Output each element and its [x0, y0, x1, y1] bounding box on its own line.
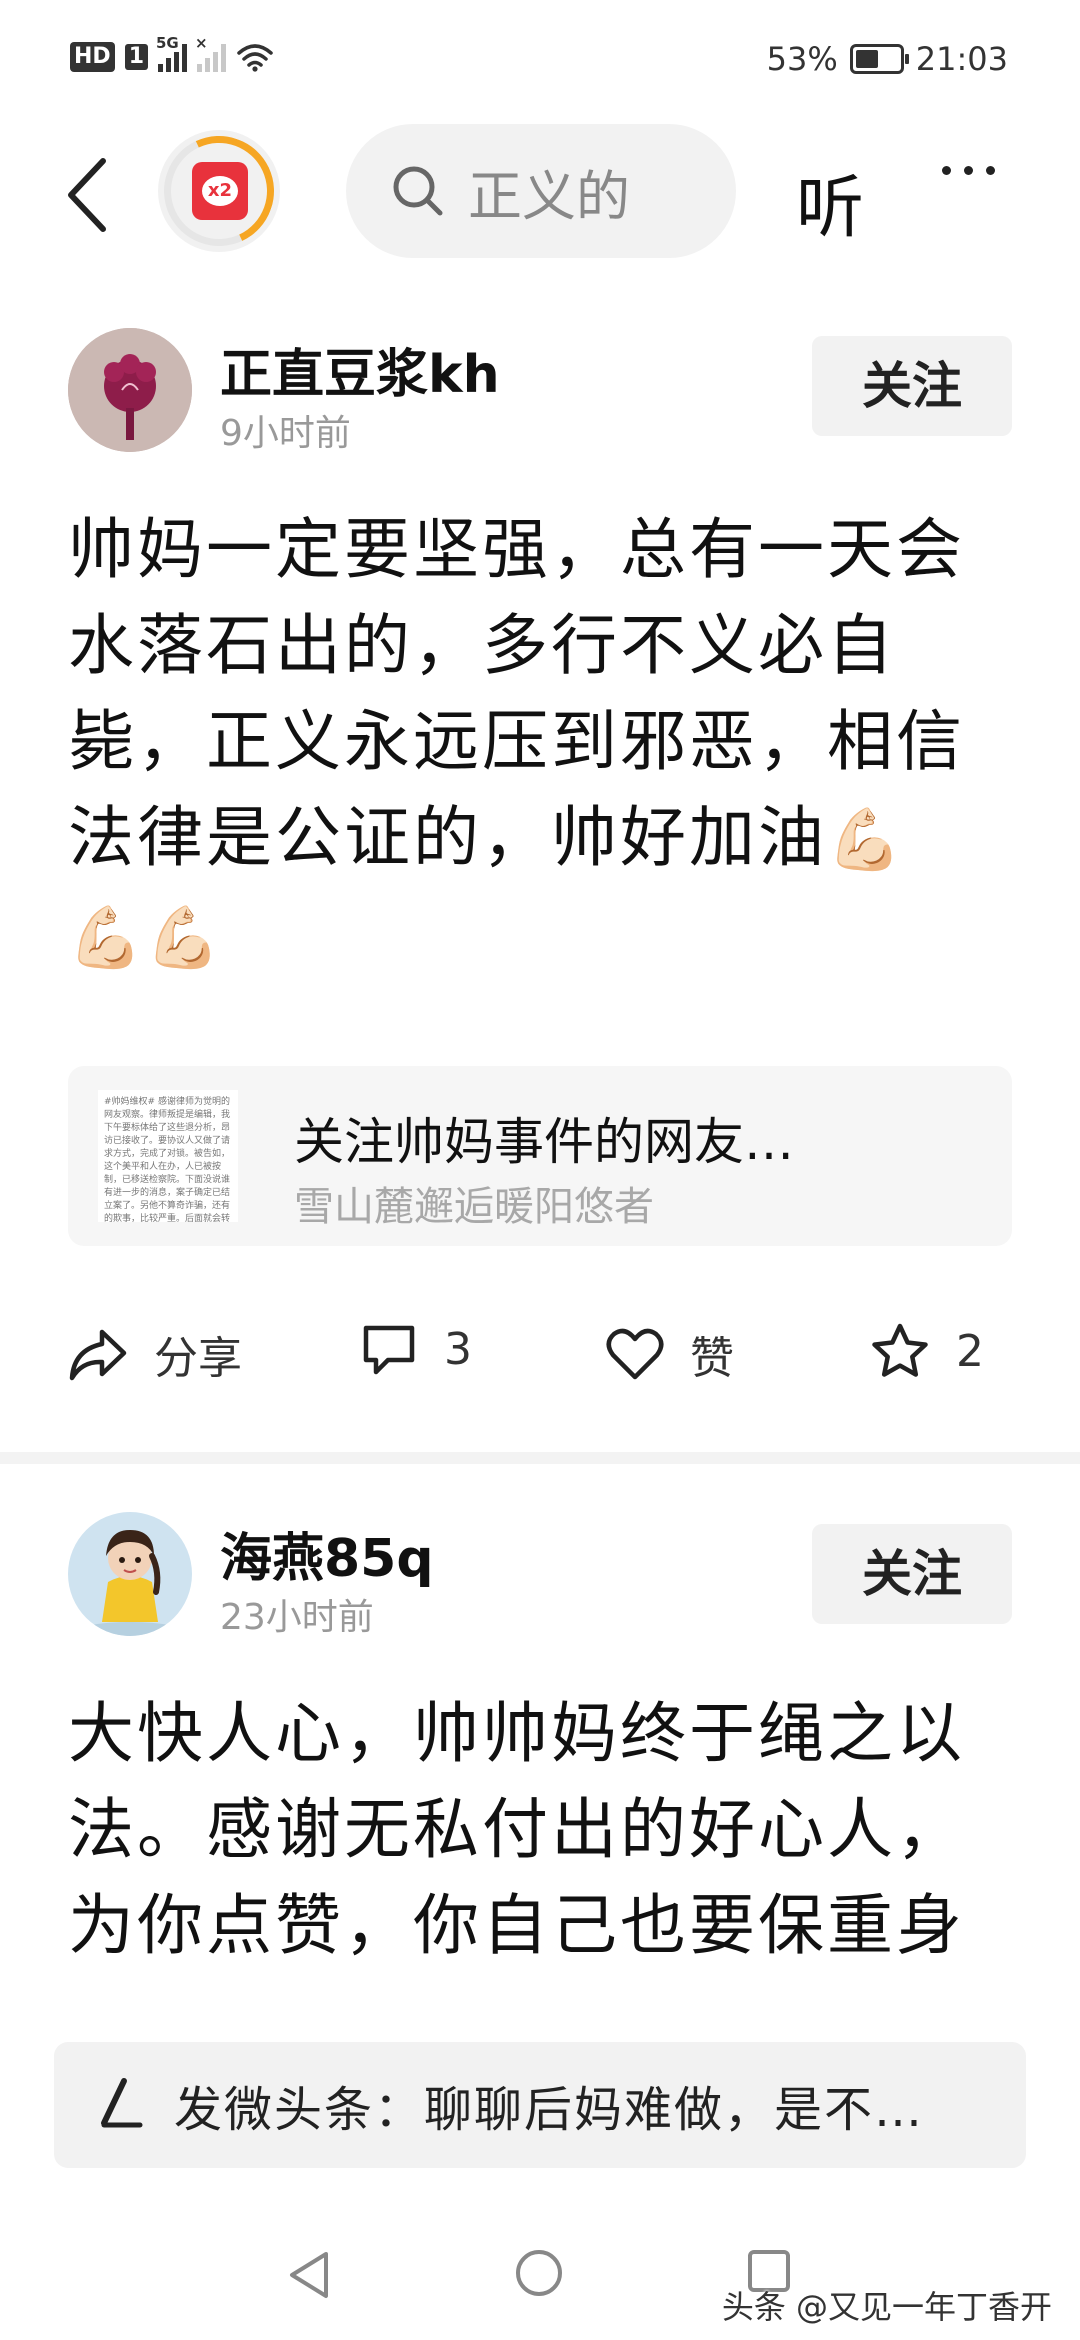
avatar-image	[68, 1512, 192, 1636]
pen-icon	[101, 2078, 143, 2128]
post-card: 海燕85q 23小时前 关注 大快人心，帅帅妈终于绳之以法。感谢无私付出的好心人…	[0, 1490, 1080, 2010]
post-time: 9小时前	[220, 413, 351, 454]
like-button[interactable]: 赞	[606, 1322, 734, 1386]
follow-button[interactable]: 关注	[812, 1524, 1012, 1624]
source-watermark: 头条 @又见一年丁香开	[721, 2288, 1052, 2326]
share-icon	[69, 1329, 127, 1381]
nav-home-icon[interactable]	[516, 2250, 562, 2296]
article-title: 关注帅妈事件的网友…	[294, 1113, 794, 1171]
post-divider	[0, 1452, 1080, 1464]
avatar[interactable]	[68, 328, 192, 452]
user-name[interactable]: 正直豆浆kh	[220, 332, 500, 407]
share-button[interactable]: 分享	[68, 1322, 242, 1386]
share-label: 分享	[154, 1333, 242, 1384]
top-nav: x2 正义的 听	[0, 120, 1080, 270]
avatar[interactable]	[68, 1512, 192, 1636]
post-time: 23小时前	[220, 1597, 374, 1638]
status-left: HD 1 5G ×	[70, 34, 274, 72]
avatar-image	[68, 328, 192, 452]
favorite-count: 2	[956, 1325, 984, 1377]
article-author: 雪山麓邂逅暖阳悠者	[294, 1184, 654, 1230]
search-box[interactable]: 正义的	[346, 124, 736, 258]
post-composer[interactable]: 发微头条：聊聊后妈难做，是不…	[54, 2042, 1026, 2168]
post-body[interactable]: 大快人心，帅帅妈终于绳之以法。感谢无私付出的好心人，为你点赞，你自己也要保重身	[68, 1686, 1028, 1982]
post-card: 正直豆浆kh 9小时前 关注 帅妈一定要坚强，总有一天会水落石出的，多行不义必自…	[0, 300, 1080, 1448]
multiplier-label: x2	[202, 176, 238, 206]
back-button[interactable]	[52, 152, 122, 238]
hd-badge: HD	[70, 42, 115, 72]
red-packet-button[interactable]: x2	[148, 120, 290, 262]
signal-no-service-icon: ×	[195, 34, 226, 72]
status-right: 53% 21:03	[767, 40, 1008, 78]
article-thumbnail: #帅妈维权# 感谢律师为觉明的网友观察。律师叛提是编辑，我下午要标体给了这些退分…	[98, 1090, 238, 1222]
more-dots-icon	[942, 166, 951, 175]
action-bar: 分享 3 赞 2	[0, 1322, 1080, 1402]
status-bar: HD 1 5G × 53% 21:03	[0, 0, 1080, 120]
listen-button[interactable]: 听	[796, 152, 864, 251]
comment-button[interactable]: 3	[360, 1322, 472, 1376]
battery-percent: 53%	[766, 40, 838, 78]
flexed-biceps-emoji: 💪🏻💪🏻	[68, 903, 224, 973]
signal-5g-icon: 5G	[156, 34, 187, 72]
chevron-left-icon	[68, 158, 106, 232]
like-label: 赞	[690, 1333, 734, 1384]
heart-icon	[606, 1328, 664, 1380]
system-nav-bar: 头条 @又见一年丁香开	[0, 2200, 1080, 2340]
comment-count: 3	[444, 1323, 472, 1375]
search-query: 正义的	[468, 164, 630, 228]
flexed-biceps-emoji: 💪🏻	[827, 805, 905, 875]
favorite-button[interactable]: 2	[870, 1322, 984, 1380]
clock: 21:03	[915, 40, 1008, 78]
nav-back-icon[interactable]	[286, 2250, 332, 2300]
follow-button[interactable]: 关注	[812, 336, 1012, 436]
network-type: 5G	[156, 34, 179, 52]
post-body[interactable]: 帅妈一定要坚强，总有一天会水落石出的，多行不义必自毙，正义永远压到邪恶，相信法律…	[68, 502, 1028, 986]
quoted-article-card[interactable]: #帅妈维权# 感谢律师为觉明的网友观察。律师叛提是编辑，我下午要标体给了这些退分…	[68, 1066, 1012, 1246]
more-options-button[interactable]	[942, 166, 995, 175]
sim-number: 1	[124, 44, 148, 70]
star-icon	[872, 1323, 928, 1377]
search-icon	[393, 166, 443, 216]
comment-icon	[363, 1325, 415, 1375]
thumbnail-text: #帅妈维权# 感谢律师为觉明的网友观察。律师叛提是编辑，我下午要标体给了这些退分…	[104, 1097, 231, 1222]
composer-prompt: 发微头条：聊聊后妈难做，是不…	[174, 2082, 925, 2138]
user-name[interactable]: 海燕85q	[220, 1516, 434, 1591]
battery-icon	[849, 44, 909, 74]
wifi-icon	[237, 44, 273, 72]
